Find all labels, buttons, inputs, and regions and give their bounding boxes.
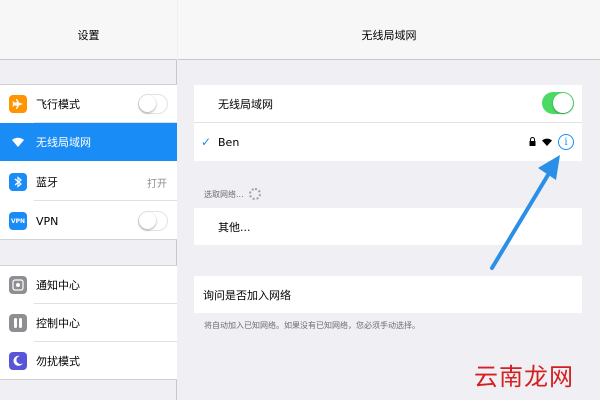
annotation-arrow-icon <box>490 155 560 270</box>
watermark-logo: 云南龙网 <box>474 363 574 391</box>
